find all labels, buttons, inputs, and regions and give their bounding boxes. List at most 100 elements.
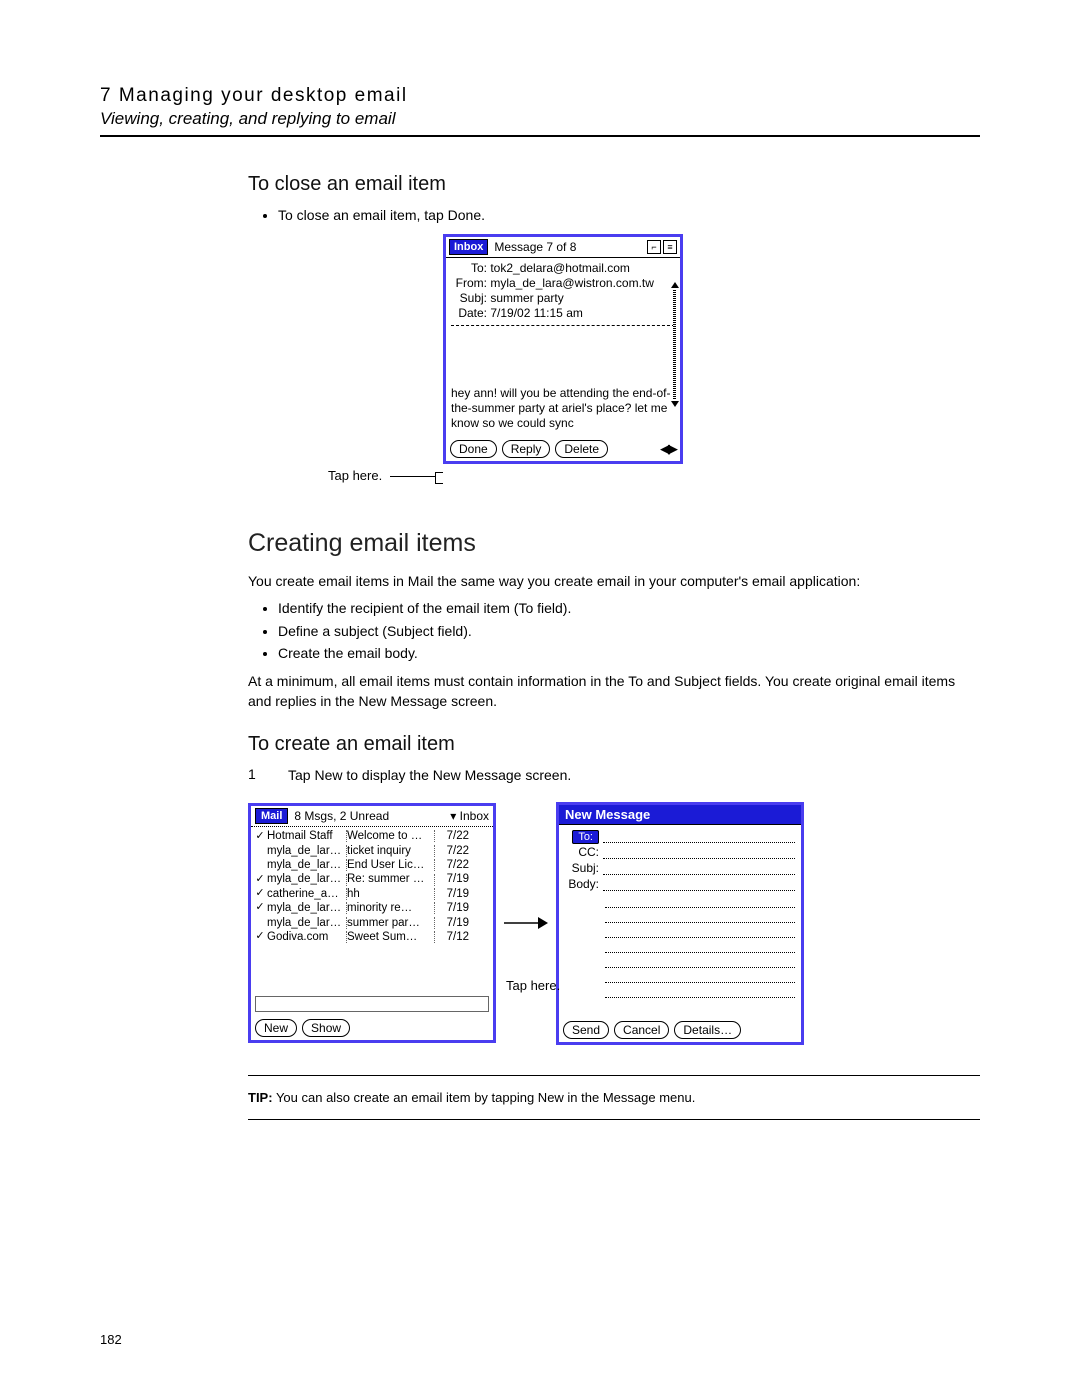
mail-subject: ticket inquiry — [347, 844, 433, 858]
mail-date: 7/19 — [435, 887, 469, 901]
subj-field-label: Subj: — [565, 861, 599, 875]
check-icon: ✓ — [253, 887, 267, 901]
mail-status: 8 Msgs, 2 Unread — [294, 809, 389, 823]
nav-arrows[interactable]: ◀▶ — [660, 441, 676, 457]
step-number-1: 1 — [248, 766, 268, 786]
check-icon: ✓ — [253, 930, 267, 944]
to-input[interactable] — [603, 830, 795, 843]
cc-label: CC: — [565, 845, 599, 859]
done-button[interactable]: Done — [450, 440, 497, 458]
cancel-button[interactable]: Cancel — [614, 1021, 669, 1039]
arrow-between-icon — [496, 915, 556, 931]
mail-date: 7/22 — [435, 829, 469, 843]
close-bullet: To close an email item, tap Done. — [278, 206, 980, 226]
mail-input-spacer[interactable] — [255, 996, 489, 1012]
body-input-area[interactable] — [605, 893, 795, 998]
meta-divider — [451, 325, 675, 326]
tip-line: TIP: You can also create an email item b… — [248, 1090, 980, 1105]
tip-rule-top — [248, 1075, 980, 1076]
folder-name: Inbox — [460, 809, 489, 823]
mail-from: myla_de_lar… — [267, 901, 345, 915]
header-rule — [100, 135, 980, 137]
new-message-title: New Message — [559, 805, 801, 825]
to-value: tok2_delara@hotmail.com — [490, 261, 630, 275]
figure-mail-to-newmessage: Mail 8 Msgs, 2 Unread ▾ Inbox ✓Hotmail S… — [248, 802, 980, 1045]
next-icon[interactable]: ▶ — [668, 441, 676, 457]
creating-after: At a minimum, all email items must conta… — [248, 672, 980, 711]
mail-subject: minority re… — [347, 901, 433, 915]
mail-from: myla_de_lar… — [267, 916, 345, 930]
titlebar-icon-1[interactable]: ⌐ — [647, 240, 661, 254]
scroll-track[interactable] — [673, 290, 676, 399]
creating-bullet-3: Create the email body. — [278, 644, 980, 664]
new-button[interactable]: New — [255, 1019, 297, 1037]
creating-intro: You create email items in Mail the same … — [248, 572, 980, 592]
mail-subject: Welcome to … — [347, 829, 433, 843]
show-button[interactable]: Show — [302, 1019, 350, 1037]
mail-date: 7/19 — [435, 872, 469, 886]
details-button[interactable]: Details… — [674, 1021, 741, 1039]
date-value: 7/19/02 11:15 am — [490, 306, 583, 320]
subj-input[interactable] — [603, 862, 795, 875]
subj-value: summer party — [490, 291, 563, 305]
body-field-label: Body: — [565, 877, 599, 891]
mail-list-pane: Mail 8 Msgs, 2 Unread ▾ Inbox ✓Hotmail S… — [248, 803, 496, 1043]
mail-row[interactable]: ✓myla_de_lar…minority re…7/19 — [253, 901, 491, 915]
subj-label: Subj: — [451, 291, 487, 306]
tip-rule-bottom — [248, 1119, 980, 1120]
mail-date: 7/22 — [435, 858, 469, 872]
body-input-line-1[interactable] — [603, 878, 795, 891]
mail-row[interactable]: ✓Hotmail StaffWelcome to …7/22 — [253, 829, 491, 843]
mail-subject: End User Lic… — [347, 858, 433, 872]
titlebar-icon-2[interactable]: ≡ — [663, 240, 677, 254]
tip-text: You can also create an email item by tap… — [276, 1090, 695, 1105]
mail-row[interactable]: myla_de_lar…ticket inquiry7/22 — [253, 844, 491, 858]
creating-bullet-2: Define a subject (Subject field). — [278, 622, 980, 642]
cc-input[interactable] — [603, 846, 795, 859]
mail-from: catherine_a… — [267, 887, 345, 901]
mail-date: 7/19 — [435, 901, 469, 915]
mail-subject: Re: summer … — [347, 872, 433, 886]
step-text-1: Tap New to display the New Message scree… — [288, 766, 571, 786]
prev-icon[interactable]: ◀ — [660, 441, 668, 457]
mail-rows: ✓Hotmail StaffWelcome to …7/22myla_de_la… — [251, 827, 493, 994]
mail-row[interactable]: myla_de_lar…End User Lic…7/22 — [253, 858, 491, 872]
mail-row[interactable]: ✓myla_de_lar…Re: summer …7/19 — [253, 872, 491, 886]
from-value: myla_de_lara@wistron.com.tw — [490, 276, 654, 290]
mail-date: 7/22 — [435, 844, 469, 858]
mail-subject: summer par… — [347, 916, 433, 930]
chapter-number: 7 — [100, 85, 112, 106]
send-button[interactable]: Send — [563, 1021, 609, 1039]
scrollbar[interactable] — [673, 282, 677, 407]
figure-inbox-message: Tap here. Inbox Message 7 of 8 ⌐ ≡ To: t… — [268, 234, 980, 499]
creating-bullet-1: Identify the recipient of the email item… — [278, 599, 980, 619]
scroll-up-icon[interactable] — [671, 282, 679, 288]
message-counter: Message 7 of 8 — [494, 240, 576, 254]
section-to-create-heading: To create an email item — [248, 733, 980, 756]
chapter-heading: 7 Managing your desktop email — [100, 85, 980, 107]
callout-tap-here-2: Tap here. — [506, 978, 560, 993]
inbox-message-pane: Inbox Message 7 of 8 ⌐ ≡ To: tok2_delara… — [443, 234, 683, 464]
mail-subject: Sweet Sum… — [347, 930, 433, 944]
folder-selector[interactable]: ▾ Inbox — [450, 809, 489, 823]
date-label: Date: — [451, 306, 487, 321]
to-field-chip[interactable]: To: — [572, 830, 599, 844]
mail-row[interactable]: myla_de_lar…summer par…7/19 — [253, 916, 491, 930]
new-message-pane: New Message To: CC: Subj: Body: — [556, 802, 804, 1045]
callout-leader-line — [390, 476, 436, 477]
mail-from: myla_de_lar… — [267, 872, 345, 886]
inbox-badge[interactable]: Inbox — [449, 239, 488, 255]
delete-button[interactable]: Delete — [555, 440, 608, 458]
mail-subject: hh — [347, 887, 433, 901]
reply-button[interactable]: Reply — [502, 440, 551, 458]
mail-badge[interactable]: Mail — [255, 808, 288, 824]
scroll-down-icon[interactable] — [671, 401, 679, 407]
mail-row[interactable]: ✓Godiva.comSweet Sum…7/12 — [253, 930, 491, 944]
check-icon: ✓ — [253, 873, 267, 887]
mail-from: Godiva.com — [267, 930, 345, 944]
callout-tap-here-1: Tap here. — [328, 468, 382, 483]
section-close-heading: To close an email item — [248, 173, 980, 196]
check-icon: ✓ — [253, 830, 267, 844]
chapter-title: Managing your desktop email — [119, 85, 408, 106]
mail-row[interactable]: ✓catherine_a…hh7/19 — [253, 887, 491, 901]
